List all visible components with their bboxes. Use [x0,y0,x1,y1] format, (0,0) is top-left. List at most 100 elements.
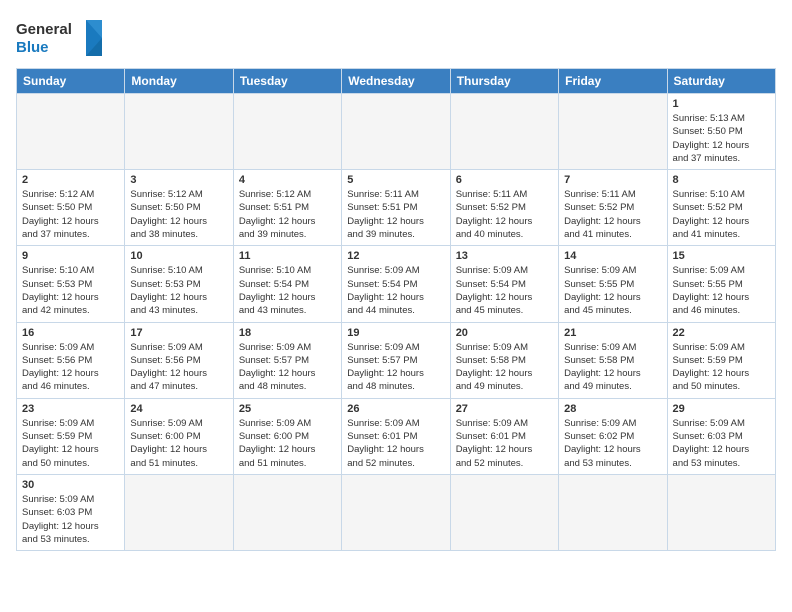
calendar-cell-10: 10 Sunrise: 5:10 AMSunset: 5:53 PMDayligh… [125,246,233,322]
weekday-header-wednesday: Wednesday [342,69,450,94]
weekday-header-sunday: Sunday [17,69,125,94]
day-info: Sunrise: 5:12 AMSunset: 5:50 PMDaylight:… [22,188,119,241]
day-number: 9 [22,250,119,262]
calendar-cell-7: 7Sunrise: 5:11 AMSunset: 5:52 PMDaylight… [559,170,667,246]
day-number: 2 [22,174,119,186]
calendar-cell-2: 2 Sunrise: 5:12 AMSunset: 5:50 PMDaylight… [17,170,125,246]
calendar-cell-30: 30Sunrise: 5:09 AMSunset: 6:03 PMDayligh… [17,474,125,550]
calendar-cell-20: 20 Sunrise: 5:09 AMSunset: 5:58 PMDayligh… [450,322,558,398]
calendar-cell-empty [667,474,775,550]
calendar-cell-9: 9 Sunrise: 5:10 AMSunset: 5:53 PMDaylight… [17,246,125,322]
weekday-header-thursday: Thursday [450,69,558,94]
calendar-cell-22: 22 Sunrise: 5:09 AMSunset: 5:59 PMDayligh… [667,322,775,398]
day-number: 28 [564,403,661,415]
calendar-cell-empty [450,474,558,550]
calendar-cell-17: 17 Sunrise: 5:09 AMSunset: 5:56 PMDayligh… [125,322,233,398]
day-number: 19 [347,327,444,339]
calendar-cell-29: 29Sunrise: 5:09 AMSunset: 6:03 PMDayligh… [667,398,775,474]
day-number: 13 [456,250,553,262]
calendar-cell-14: 14 Sunrise: 5:09 AMSunset: 5:55 PMDayligh… [559,246,667,322]
day-info: Sunrise: 5:09 AMSunset: 5:59 PMDaylight:… [673,341,770,394]
calendar-cell-empty [125,94,233,170]
day-number: 10 [130,250,227,262]
calendar-cell-8: 8Sunrise: 5:10 AMSunset: 5:52 PMDaylight… [667,170,775,246]
day-info: Sunrise: 5:11 AMSunset: 5:52 PMDaylight:… [456,188,553,241]
calendar-cell-empty [342,94,450,170]
calendar-cell-16: 16Sunrise: 5:09 AMSunset: 5:56 PMDayligh… [17,322,125,398]
day-info: Sunrise: 5:12 AMSunset: 5:51 PMDaylight:… [239,188,336,241]
calendar-cell-5: 5Sunrise: 5:11 AMSunset: 5:51 PMDaylight… [342,170,450,246]
day-number: 14 [564,250,661,262]
calendar-cell-empty [559,474,667,550]
calendar-cell-empty [17,94,125,170]
calendar-cell-empty [125,474,233,550]
weekday-header-tuesday: Tuesday [233,69,341,94]
day-info: Sunrise: 5:09 AMSunset: 5:55 PMDaylight:… [673,264,770,317]
calendar-cell-21: 21Sunrise: 5:09 AMSunset: 5:58 PMDayligh… [559,322,667,398]
day-info: Sunrise: 5:12 AMSunset: 5:50 PMDaylight:… [130,188,227,241]
day-number: 20 [456,327,553,339]
day-number: 3 [130,174,227,186]
calendar-cell-19: 19 Sunrise: 5:09 AMSunset: 5:57 PMDayligh… [342,322,450,398]
calendar-week-2: 2 Sunrise: 5:12 AMSunset: 5:50 PMDaylight… [17,170,776,246]
generalblue-logo: General Blue [16,16,106,60]
day-info: Sunrise: 5:09 AMSunset: 6:03 PMDaylight:… [673,417,770,470]
day-info: Sunrise: 5:09 AMSunset: 5:57 PMDaylight:… [239,341,336,394]
day-info: Sunrise: 5:09 AMSunset: 5:58 PMDaylight:… [456,341,553,394]
day-info: Sunrise: 5:09 AMSunset: 6:00 PMDaylight:… [130,417,227,470]
day-info: Sunrise: 5:09 AMSunset: 6:02 PMDaylight:… [564,417,661,470]
calendar-week-5: 23Sunrise: 5:09 AMSunset: 5:59 PMDayligh… [17,398,776,474]
calendar-cell-6: 6 Sunrise: 5:11 AMSunset: 5:52 PMDaylight… [450,170,558,246]
calendar-cell-11: 11Sunrise: 5:10 AMSunset: 5:54 PMDayligh… [233,246,341,322]
day-info: Sunrise: 5:10 AMSunset: 5:53 PMDaylight:… [22,264,119,317]
day-info: Sunrise: 5:09 AMSunset: 6:01 PMDaylight:… [347,417,444,470]
calendar-cell-13: 13 Sunrise: 5:09 AMSunset: 5:54 PMDayligh… [450,246,558,322]
day-number: 15 [673,250,770,262]
calendar-cell-empty [559,94,667,170]
day-number: 17 [130,327,227,339]
calendar-week-1: 1Sunrise: 5:13 AMSunset: 5:50 PMDaylight… [17,94,776,170]
svg-text:General: General [16,21,72,38]
day-number: 6 [456,174,553,186]
day-number: 1 [673,98,770,110]
calendar-cell-3: 3 Sunrise: 5:12 AMSunset: 5:50 PMDaylight… [125,170,233,246]
day-number: 4 [239,174,336,186]
calendar-cell-23: 23Sunrise: 5:09 AMSunset: 5:59 PMDayligh… [17,398,125,474]
day-info: Sunrise: 5:11 AMSunset: 5:52 PMDaylight:… [564,188,661,241]
day-info: Sunrise: 5:09 AMSunset: 5:56 PMDaylight:… [130,341,227,394]
weekday-header-friday: Friday [559,69,667,94]
calendar-cell-empty [450,94,558,170]
day-number: 16 [22,327,119,339]
day-number: 25 [239,403,336,415]
day-info: Sunrise: 5:09 AMSunset: 5:54 PMDaylight:… [456,264,553,317]
day-number: 23 [22,403,119,415]
day-info: Sunrise: 5:09 AMSunset: 5:54 PMDaylight:… [347,264,444,317]
calendar-cell-18: 18Sunrise: 5:09 AMSunset: 5:57 PMDayligh… [233,322,341,398]
calendar-week-4: 16 Sunrise: 5:09 AMSunset: 5:56 PMDayligh… [17,322,776,398]
calendar-cell-26: 26 Sunrise: 5:09 AMSunset: 6:01 PMDayligh… [342,398,450,474]
day-info: Sunrise: 5:09 AMSunset: 6:01 PMDaylight:… [456,417,553,470]
day-number: 24 [130,403,227,415]
calendar-table: SundayMondayTuesdayWednesdayThursdayFrid… [16,68,776,551]
day-number: 5 [347,174,444,186]
calendar-cell-27: 27 Sunrise: 5:09 AMSunset: 6:01 PMDayligh… [450,398,558,474]
day-number: 26 [347,403,444,415]
calendar-cell-empty [233,474,341,550]
calendar-cell-24: 24 Sunrise: 5:09 AMSunset: 6:00 PMDayligh… [125,398,233,474]
day-info: Sunrise: 5:10 AMSunset: 5:52 PMDaylight:… [673,188,770,241]
weekday-header-row: SundayMondayTuesdayWednesdayThursdayFrid… [17,69,776,94]
weekday-header-monday: Monday [125,69,233,94]
day-number: 27 [456,403,553,415]
day-info: Sunrise: 5:09 AMSunset: 5:57 PMDaylight:… [347,341,444,394]
day-info: Sunrise: 5:09 AMSunset: 5:55 PMDaylight:… [564,264,661,317]
calendar-week-6: 30Sunrise: 5:09 AMSunset: 6:03 PMDayligh… [17,474,776,550]
calendar-cell-1: 1Sunrise: 5:13 AMSunset: 5:50 PMDaylight… [667,94,775,170]
day-number: 11 [239,250,336,262]
calendar-week-3: 9 Sunrise: 5:10 AMSunset: 5:53 PMDaylight… [17,246,776,322]
calendar-cell-4: 4 Sunrise: 5:12 AMSunset: 5:51 PMDaylight… [233,170,341,246]
day-number: 30 [22,479,119,491]
calendar-cell-empty [233,94,341,170]
day-number: 22 [673,327,770,339]
day-info: Sunrise: 5:10 AMSunset: 5:53 PMDaylight:… [130,264,227,317]
calendar-cell-25: 25Sunrise: 5:09 AMSunset: 6:00 PMDayligh… [233,398,341,474]
